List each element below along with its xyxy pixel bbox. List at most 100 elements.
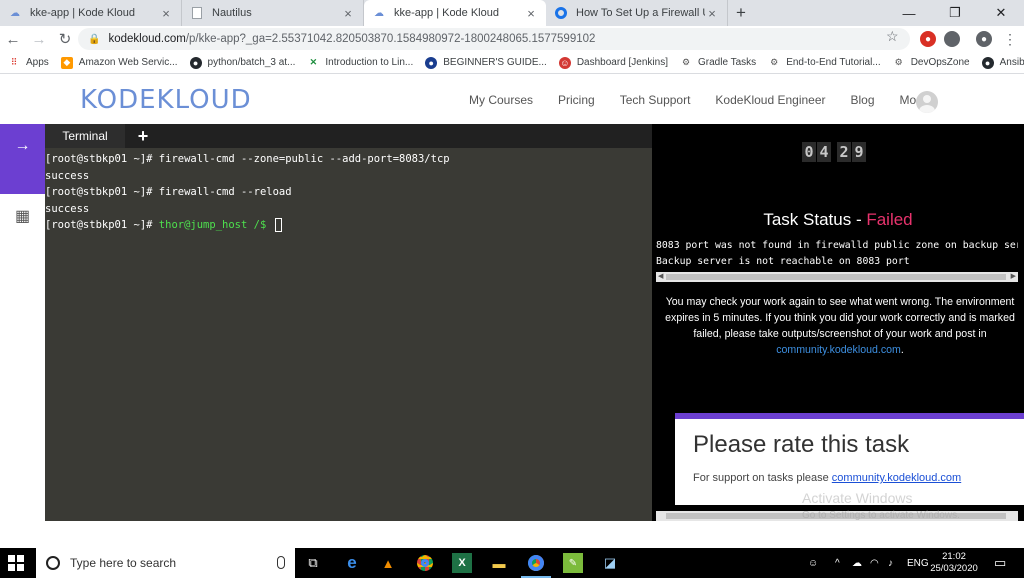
bookmark-jenkins[interactable]: ☺ Dashboard [Jenkins] [558, 56, 668, 69]
show-hidden-icons[interactable]: ^ [835, 548, 840, 578]
volume-icon[interactable]: ♪ [888, 548, 893, 578]
jenkins-icon: ☺ [558, 56, 571, 69]
back-arrow-icon[interactable]: ← [0, 26, 26, 52]
terminal-output[interactable]: [root@stbkp01 ~]# firewall-cmd --zone=pu… [45, 148, 652, 521]
bookmark-label: Dashboard [Jenkins] [576, 57, 668, 68]
scrollbar-thumb[interactable] [666, 274, 1006, 280]
notifications-icon[interactable]: ▭ [994, 548, 1006, 578]
browser-tab-1[interactable]: ☁ kke-app | Kode Kloud × [0, 0, 182, 26]
file-explorer-icon[interactable]: ▬ [489, 553, 509, 573]
people-icon[interactable]: ☺ [808, 548, 818, 578]
excel-icon[interactable]: X [452, 553, 472, 573]
arrow-right-icon[interactable]: → [0, 124, 45, 168]
edge-browser-icon[interactable]: e [342, 553, 362, 573]
scroll-right-icon[interactable]: ▶ [1011, 272, 1016, 282]
notepad-plus-icon[interactable]: ✎ [563, 553, 583, 573]
bookmark-intro-linux[interactable]: ✕ Introduction to Lin... [307, 57, 414, 69]
nav-kodekloud-engineer[interactable]: KodeKloud Engineer [715, 93, 825, 107]
microphone-icon[interactable] [277, 556, 285, 569]
bookmark-apps[interactable]: ⠿ Apps [8, 57, 49, 69]
terminal-line: [root@stbkp01 ~]# firewall-cmd --zone=pu… [45, 151, 652, 168]
kodekloud-favicon-icon: ☁ [374, 7, 384, 19]
terminal-tab[interactable]: Terminal [45, 124, 125, 148]
user-avatar[interactable] [916, 91, 938, 113]
vlc-icon[interactable]: ▲ [378, 553, 398, 573]
check-message-text: You may check your work again to see wha… [665, 296, 1015, 340]
chrome-active-icon[interactable] [521, 553, 551, 578]
kodekloud-favicon-icon: ☁ [10, 7, 20, 19]
windows-taskbar: Type here to search ⧉ e ▲ X ▬ ✎ ◪ ☺ ^ ☁ … [0, 548, 1024, 578]
chrome-icon[interactable] [415, 553, 435, 573]
lock-icon: 🔒 [88, 33, 101, 45]
wifi-icon[interactable]: ◠ [870, 548, 879, 578]
bookmarks-bar: ⠿ Apps ◆ Amazon Web Servic... ● python/batc… [0, 52, 1024, 74]
nav-tech-support[interactable]: Tech Support [620, 93, 691, 107]
new-tab-button[interactable]: + [728, 0, 754, 26]
address-bar[interactable]: 🔒 kodekloud.com/p/kke-app?_ga=2.55371042… [78, 28, 910, 50]
browser-tab-2[interactable]: Nautilus × [182, 0, 364, 26]
close-tab-icon[interactable]: × [341, 6, 355, 21]
dx-icon: ✕ [309, 57, 318, 67]
menu-kebab-icon[interactable]: ⋮ [1002, 31, 1018, 47]
bookmark-label: End-to-End Tutorial... [786, 57, 881, 68]
kodekloud-logo[interactable]: KODEKLOUD [80, 85, 252, 115]
forward-arrow-icon[interactable]: → [26, 26, 52, 52]
extension-red-icon[interactable]: ● [920, 31, 936, 47]
blank-page-favicon-icon [190, 6, 204, 20]
dashboard-grid-icon[interactable]: ▦ [0, 194, 45, 238]
add-terminal-button[interactable]: + [133, 124, 153, 148]
bookmark-ansible-role[interactable]: ● Ansible_role [981, 56, 1024, 69]
horizontal-scrollbar[interactable]: ◀ ▶ [656, 272, 1018, 282]
bookmark-label: BEGINNER'S GUIDE... [443, 57, 547, 68]
language-indicator[interactable]: ENG [907, 548, 929, 578]
task-view-icon[interactable]: ⧉ [303, 553, 323, 573]
timer-digit: 9 [852, 142, 866, 162]
browser-tab-4[interactable]: How To Set Up a Firewall Using F × [546, 0, 728, 26]
clock-date: 25/03/2020 [930, 563, 978, 574]
community-link[interactable]: community.kodekloud.com [776, 344, 901, 356]
scroll-left-icon[interactable]: ◀ [658, 272, 663, 282]
bookmark-devopszone[interactable]: ⚙ DevOpsZone [893, 57, 970, 69]
left-rail: → ▦ [0, 124, 45, 238]
bookmark-label: Gradle Tasks [698, 57, 757, 68]
notes-app-icon[interactable]: ◪ [600, 553, 620, 573]
terminal-command: firewall-cmd --reload [158, 186, 292, 199]
support-community-link[interactable]: community.kodekloud.com [832, 472, 961, 484]
browser-toolbar: ← → ↻ 🔒 kodekloud.com/p/kke-app?_ga=2.55… [0, 26, 1024, 52]
close-tab-icon[interactable]: × [705, 6, 719, 21]
bookmark-beginners-guide[interactable]: ● BEGINNER'S GUIDE... [425, 56, 547, 69]
github-icon: ● [189, 56, 202, 69]
bookmark-label: python/batch_3 at... [207, 57, 296, 68]
support-text: For support on tasks please community.ko… [693, 472, 961, 484]
bookmark-star-icon[interactable]: ☆ [886, 28, 899, 45]
windows-start-icon[interactable] [8, 555, 24, 571]
profile-icon[interactable]: ● [976, 31, 992, 47]
taskbar-clock[interactable]: 21:02 25/03/2020 [930, 551, 978, 575]
restore-window-button[interactable]: ❐ [932, 0, 978, 26]
reload-icon[interactable]: ↻ [52, 26, 78, 52]
bookmark-end-to-end[interactable]: ⚙ End-to-End Tutorial... [768, 57, 881, 69]
close-window-button[interactable]: ✕ [978, 0, 1024, 26]
extension-grey-icon[interactable] [944, 31, 960, 47]
bookmark-gradle[interactable]: ⚙ Gradle Tasks [680, 57, 756, 69]
nav-blog[interactable]: Blog [851, 93, 875, 107]
taskbar-search-box[interactable]: Type here to search [36, 548, 295, 578]
close-tab-icon[interactable]: × [159, 6, 173, 21]
timer-digit: 0 [802, 142, 816, 162]
minimize-window-button[interactable]: — [886, 0, 932, 26]
close-tab-icon[interactable]: × [524, 6, 538, 21]
browser-tab-3[interactable]: ☁ kke-app | Kode Kloud × [364, 0, 546, 26]
countdown-timer: 0 4 2 9 [802, 142, 867, 162]
bookmark-label: Apps [26, 57, 49, 68]
clock-time: 21:02 [942, 551, 966, 562]
terminal-prompt: [root@stbkp01 ~]# [45, 186, 159, 199]
nav-pricing[interactable]: Pricing [558, 93, 595, 107]
error-line: Backup server is not reachable on 8083 p… [656, 256, 910, 267]
bookmark-aws[interactable]: ◆ Amazon Web Servic... [60, 56, 178, 69]
terminal-line: [root@stbkp01 ~]# firewall-cmd --reload [45, 184, 652, 201]
cloud-icon[interactable]: ☁ [852, 548, 862, 578]
nav-my-courses[interactable]: My Courses [469, 93, 533, 107]
check-work-message: You may check your work again to see wha… [662, 294, 1018, 358]
bookmark-python-batch[interactable]: ● python/batch_3 at... [189, 56, 296, 69]
tab-title: How To Set Up a Firewall Using F [576, 7, 705, 19]
